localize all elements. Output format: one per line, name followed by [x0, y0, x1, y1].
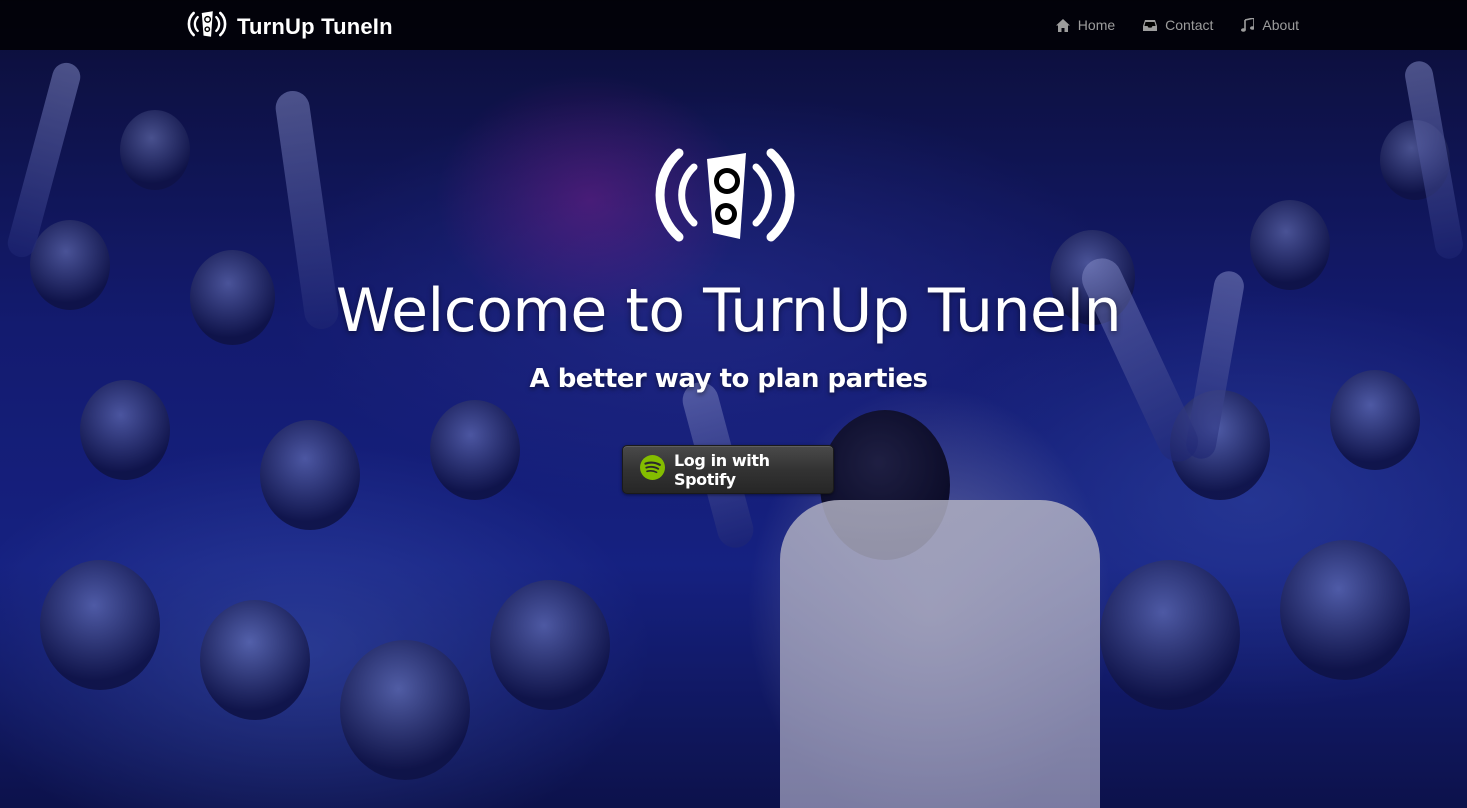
nav-about-label: About: [1262, 17, 1299, 33]
hero-title: Welcome to TurnUp TuneIn: [335, 276, 1122, 346]
nav-contact-label: Contact: [1165, 17, 1214, 33]
nav-contact-link[interactable]: Contact: [1143, 17, 1213, 33]
nav-home-link[interactable]: Home: [1055, 17, 1116, 33]
brand-name: TurnUp TuneIn: [237, 13, 393, 39]
top-navbar: TurnUp TuneIn Home Contact About: [0, 0, 1467, 50]
nav-home-label: Home: [1077, 17, 1116, 33]
nav-links: Home Contact About: [1055, 0, 1299, 50]
home-icon: [1055, 18, 1070, 32]
landing-page: TurnUp TuneIn Home Contact About Welcome…: [0, 0, 1467, 808]
login-with-spotify-button[interactable]: Log in with Spotify: [622, 445, 834, 494]
login-button-label: Log in with Spotify: [674, 450, 770, 489]
spotify-icon: [640, 454, 665, 485]
brand-link[interactable]: TurnUp TuneIn: [185, 8, 393, 45]
speaker-broadcast-icon: [649, 143, 801, 247]
music-note-icon: [1241, 18, 1255, 32]
hero-section: Welcome to TurnUp TuneIn A better way to…: [0, 0, 1467, 808]
nav-about-link[interactable]: About: [1241, 17, 1299, 33]
hero-subtitle: A better way to plan parties: [529, 364, 928, 394]
speaker-broadcast-icon: [185, 8, 229, 45]
inbox-icon: [1143, 19, 1158, 32]
